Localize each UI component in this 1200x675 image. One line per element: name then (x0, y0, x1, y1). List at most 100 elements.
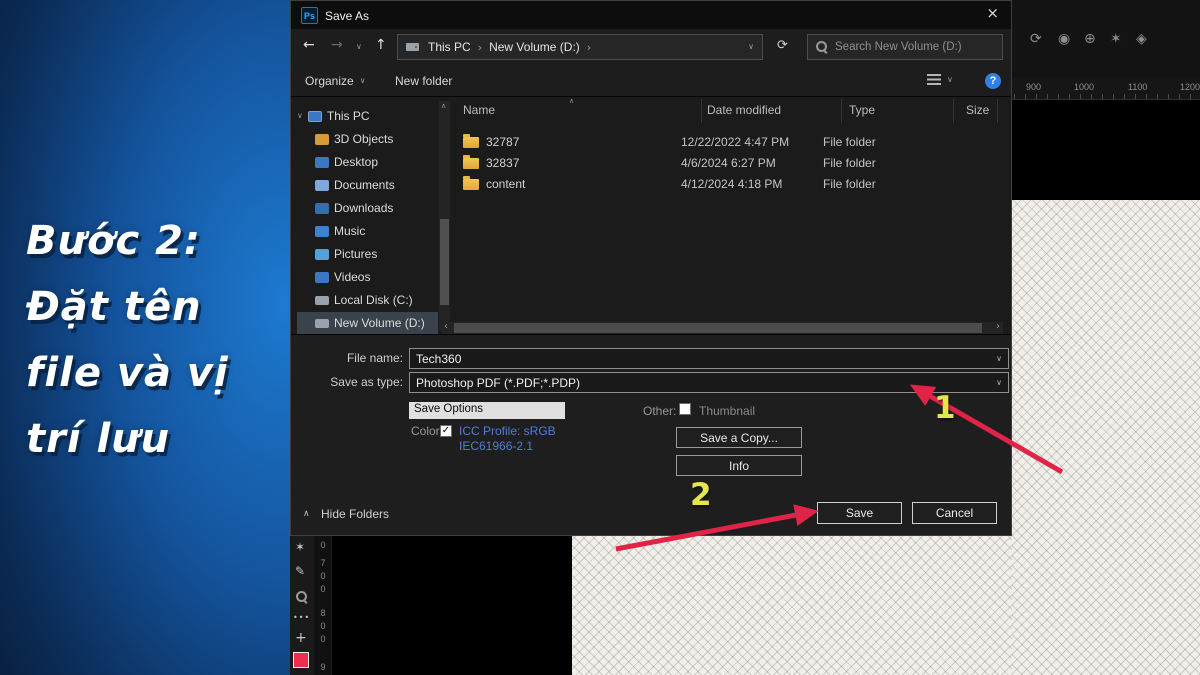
view-mode-button[interactable]: ∨ (927, 74, 953, 85)
file-row-32787[interactable]: 32787 12/22/2022 4:47 PM File folder (441, 132, 1003, 152)
breadcrumb-new-volume-d[interactable]: New Volume (D:) (489, 40, 580, 54)
folder-icon (463, 158, 479, 169)
sidebar-item-downloads[interactable]: Downloads (297, 197, 427, 219)
column-header-type[interactable]: Type (849, 103, 875, 117)
sidebar-item-local-disk-c[interactable]: Local Disk (C:) (297, 289, 427, 311)
column-header-date-modified[interactable]: Date modified (707, 103, 781, 117)
sidebar-item-label: Music (334, 224, 365, 238)
other-label: Other: (643, 404, 676, 418)
column-header-name[interactable]: Name (463, 103, 495, 117)
column-header-size[interactable]: Size (966, 103, 989, 117)
sidebar-item-music[interactable]: Music (297, 220, 427, 242)
organize-label: Organize (305, 74, 354, 88)
sidebar-item-new-volume-d[interactable]: New Volume (D:) (297, 312, 438, 334)
sidebar-item-label: New Volume (D:) (334, 316, 425, 330)
thumbnail-checkbox[interactable] (679, 403, 691, 415)
sidebar-item-documents[interactable]: Documents (297, 174, 427, 196)
address-bar[interactable]: This PC › New Volume (D:) › ∨ (397, 34, 763, 60)
folder-icon (463, 179, 479, 190)
file-name: content (486, 177, 525, 191)
rotate-view-icon[interactable]: ⟳ (1030, 32, 1042, 46)
forward-button[interactable]: → (331, 38, 343, 52)
ruler-mark: 9 (318, 662, 328, 675)
icc-profile-text-line2: IEC61966-2.1 (459, 439, 533, 453)
info-button[interactable]: Info (676, 455, 802, 476)
address-dropdown-caret[interactable]: ∨ (748, 43, 754, 51)
search-box[interactable] (807, 34, 1003, 60)
zoom-tool-icon[interactable]: ⊕ (1084, 32, 1096, 46)
chevron-down-icon: ∨ (947, 76, 953, 84)
more-tools-icon[interactable]: ••• (293, 614, 310, 622)
search-input[interactable] (835, 41, 994, 53)
sidebar-item-pictures[interactable]: Pictures (297, 243, 427, 265)
screen: Bước 2: Đặt tên file và vị trí lưu ⟳ ◉ ⊕… (0, 0, 1200, 675)
file-name-combobox[interactable]: ∨ (409, 348, 1009, 369)
lasso-tool-icon[interactable]: ✶ (295, 541, 305, 553)
back-button[interactable]: ← (303, 38, 315, 52)
cancel-button[interactable]: Cancel (912, 502, 997, 524)
canvas-black-area-bottom (332, 536, 572, 675)
star-tool-icon[interactable]: ✶ (1110, 32, 1122, 46)
sidebar-item-3d-objects[interactable]: 3D Objects (297, 128, 427, 150)
close-icon[interactable]: × (986, 6, 999, 21)
chevron-down-icon[interactable]: ∨ (996, 355, 1002, 363)
documents-icon (315, 180, 329, 191)
dialog-titlebar[interactable]: Ps Save As × (291, 1, 1011, 29)
pen-tool-icon[interactable]: ✎ (295, 565, 305, 577)
up-button[interactable]: ↑ (375, 38, 387, 52)
folder-icon (463, 137, 479, 148)
scrollbar-thumb[interactable] (440, 219, 449, 305)
new-folder-button[interactable]: New folder (395, 74, 452, 88)
scroll-right-icon[interactable]: › (996, 322, 1000, 332)
foreground-color-swatch[interactable] (293, 652, 309, 668)
column-divider[interactable] (841, 99, 842, 123)
canvas-transparent-area-right (1012, 200, 1200, 675)
scroll-up-icon[interactable]: ∧ (441, 103, 446, 110)
canvas-transparent-area-bottom (572, 536, 1012, 675)
refresh-icon[interactable]: ⟳ (777, 39, 788, 52)
scrollbar-thumb[interactable] (454, 323, 982, 333)
column-divider[interactable] (953, 99, 954, 123)
save-a-copy-button[interactable]: Save a Copy... (676, 427, 802, 448)
file-row-content[interactable]: content 4/12/2024 4:18 PM File folder (441, 174, 1003, 194)
save-options-legend: Save Options (409, 402, 565, 419)
sidebar-item-videos[interactable]: Videos (297, 266, 427, 288)
annotation-number-2: 2 (690, 477, 712, 513)
ruler-mark: 1000 (1074, 82, 1094, 92)
sidebar-item-label: Pictures (334, 247, 377, 261)
hide-folders-button[interactable]: Hide Folders (321, 507, 389, 521)
recent-locations-caret[interactable]: ∨ (356, 43, 362, 51)
file-row-32837[interactable]: 32837 4/6/2024 6:27 PM File folder (441, 153, 1003, 173)
file-name-input[interactable] (416, 352, 996, 366)
target-icon[interactable]: ◉ (1058, 32, 1070, 46)
sidebar-item-label: This PC (327, 109, 370, 123)
chevron-down-icon[interactable]: ∨ (297, 112, 303, 120)
file-list-scrollbar[interactable]: ‹ › (441, 322, 1003, 334)
chevron-down-icon[interactable]: ∨ (996, 379, 1002, 387)
organize-menu[interactable]: Organize ∨ (305, 74, 366, 88)
breadcrumb-this-pc[interactable]: This PC (428, 40, 471, 54)
desktop-icon (315, 157, 329, 168)
dialog-nav-row: ← → ∨ ↑ This PC › New Volume (D:) › ∨ ⟳ (291, 29, 1011, 65)
icc-profile-checkbox[interactable]: ✓ (440, 425, 452, 437)
column-divider[interactable] (997, 99, 998, 123)
sidebar-item-desktop[interactable]: Desktop (297, 151, 427, 173)
photoshop-top-toolbar: ⟳ ◉ ⊕ ✶ ◈ (1012, 0, 1200, 78)
diamond-tool-icon[interactable]: ◈ (1136, 32, 1147, 46)
column-divider[interactable] (701, 99, 702, 123)
chevron-right-icon: › (587, 42, 591, 53)
ruler-mark: 900 (1026, 82, 1041, 92)
color-label: Color: (411, 424, 443, 438)
hide-folders-chevron-icon[interactable]: ∧ (303, 510, 310, 519)
photoshop-tool-strip: ✶ ✎ ••• + (290, 536, 314, 675)
scroll-left-icon[interactable]: ‹ (444, 322, 448, 332)
save-as-type-combobox[interactable]: Photoshop PDF (*.PDF;*.PDP) ∨ (409, 372, 1009, 393)
save-button[interactable]: Save (817, 502, 902, 524)
move-tool-icon[interactable]: + (295, 631, 307, 645)
help-icon[interactable]: ? (985, 73, 1001, 89)
file-name-label: File name: (307, 351, 403, 365)
zoom-tool-icon[interactable] (296, 591, 308, 603)
file-date: 4/6/2024 6:27 PM (681, 156, 823, 170)
sidebar-item-this-pc[interactable]: ∨ This PC (297, 105, 427, 127)
step-title-line2: Đặt tên (26, 284, 202, 330)
